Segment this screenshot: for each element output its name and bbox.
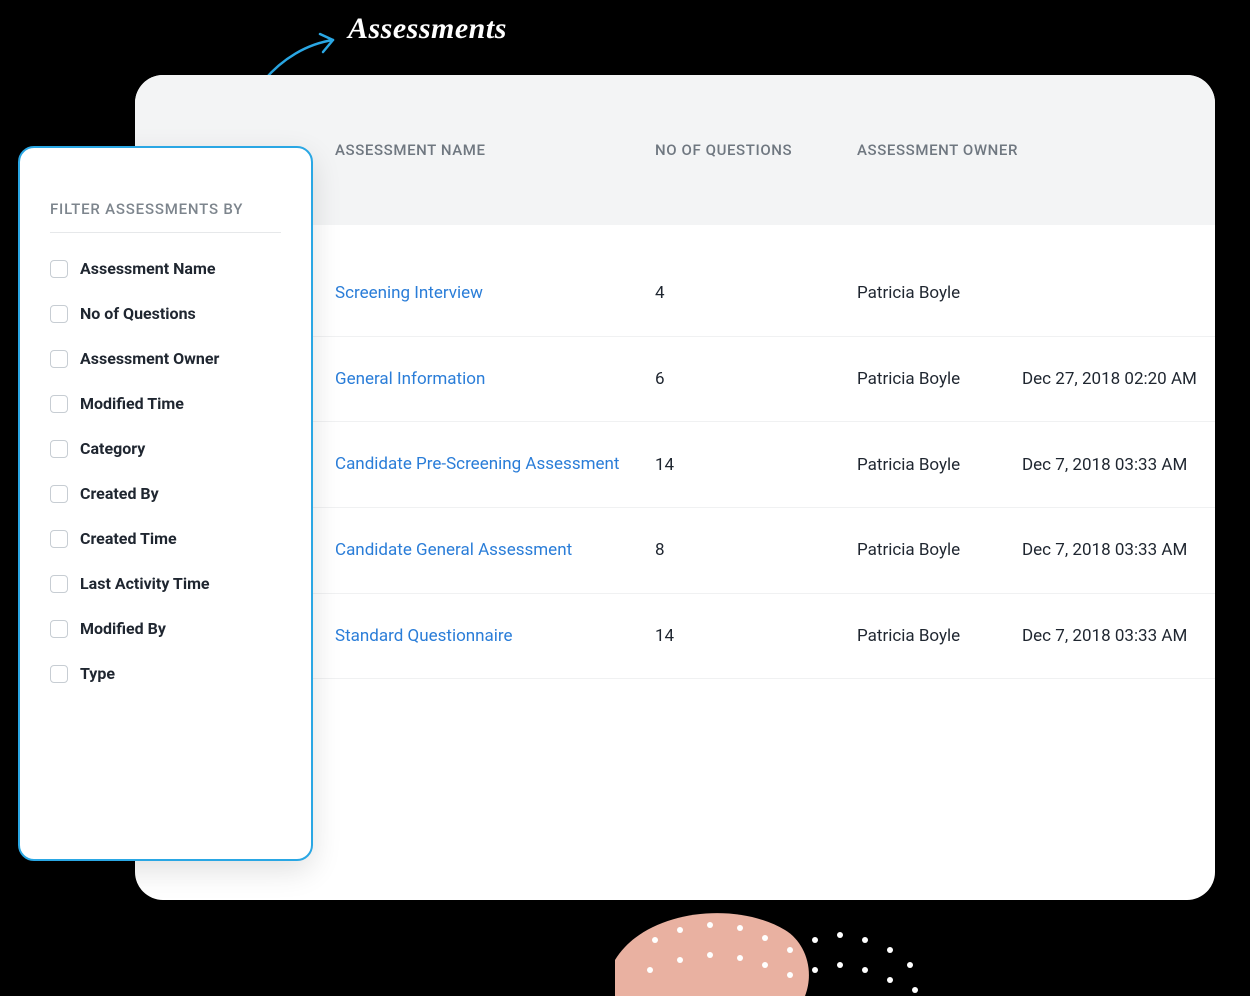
filter-item-no-of-questions[interactable]: No of Questions bbox=[50, 304, 281, 323]
cell-owner: Patricia Boyle bbox=[857, 540, 1022, 560]
checkbox-icon[interactable] bbox=[50, 620, 68, 638]
cell-questions: 14 bbox=[655, 626, 857, 646]
checkbox-icon[interactable] bbox=[50, 485, 68, 503]
checkbox-icon[interactable] bbox=[50, 305, 68, 323]
filter-item-label: Assessment Owner bbox=[80, 349, 219, 368]
filter-item-modified-time[interactable]: Modified Time bbox=[50, 394, 281, 413]
column-header-owner[interactable]: ASSESSMENT OWNER bbox=[857, 141, 1022, 159]
filter-panel-title: FILTER ASSESSMENTS BY bbox=[50, 200, 281, 233]
filter-item-modified-by[interactable]: Modified By bbox=[50, 619, 281, 638]
column-header-name[interactable]: ASSESSMENT NAME bbox=[335, 141, 655, 159]
checkbox-icon[interactable] bbox=[50, 395, 68, 413]
assessment-name-link[interactable]: Screening Interview bbox=[335, 281, 655, 306]
filter-item-type[interactable]: Type bbox=[50, 664, 281, 683]
assessment-name-link[interactable]: General Information bbox=[335, 367, 655, 392]
filter-item-label: No of Questions bbox=[80, 304, 196, 323]
filter-item-label: Modified Time bbox=[80, 394, 184, 413]
filter-item-label: Category bbox=[80, 439, 145, 458]
filter-item-created-by[interactable]: Created By bbox=[50, 484, 281, 503]
filter-item-assessment-name[interactable]: Assessment Name bbox=[50, 259, 281, 278]
assessment-name-link[interactable]: Candidate Pre-Screening Assessment bbox=[335, 452, 655, 477]
filter-item-label: Type bbox=[80, 664, 115, 683]
cell-owner: Patricia Boyle bbox=[857, 626, 1022, 646]
cell-time: Dec 7, 2018 03:33 AM bbox=[1022, 626, 1215, 646]
filter-item-category[interactable]: Category bbox=[50, 439, 281, 458]
filter-item-created-time[interactable]: Created Time bbox=[50, 529, 281, 548]
filter-item-label: Created By bbox=[80, 484, 159, 503]
cell-owner: Patricia Boyle bbox=[857, 283, 1022, 303]
checkbox-icon[interactable] bbox=[50, 575, 68, 593]
cell-time: Dec 7, 2018 03:33 AM bbox=[1022, 455, 1215, 475]
filter-item-label: Last Activity Time bbox=[80, 574, 210, 593]
cell-owner: Patricia Boyle bbox=[857, 455, 1022, 475]
filter-item-last-activity-time[interactable]: Last Activity Time bbox=[50, 574, 281, 593]
filter-item-label: Assessment Name bbox=[80, 259, 215, 278]
cell-questions: 6 bbox=[655, 369, 857, 389]
cell-questions: 4 bbox=[655, 283, 857, 303]
decorative-blob-icon bbox=[615, 900, 935, 996]
filter-item-assessment-owner[interactable]: Assessment Owner bbox=[50, 349, 281, 368]
checkbox-icon[interactable] bbox=[50, 665, 68, 683]
assessment-name-link[interactable]: Standard Questionnaire bbox=[335, 624, 655, 649]
cell-time: Dec 7, 2018 03:33 AM bbox=[1022, 540, 1215, 560]
checkbox-icon[interactable] bbox=[50, 350, 68, 368]
cell-questions: 14 bbox=[655, 455, 857, 475]
checkbox-icon[interactable] bbox=[50, 260, 68, 278]
filter-item-label: Created Time bbox=[80, 529, 177, 548]
cell-owner: Patricia Boyle bbox=[857, 369, 1022, 389]
checkbox-icon[interactable] bbox=[50, 440, 68, 458]
filter-panel: FILTER ASSESSMENTS BY Assessment Name No… bbox=[18, 146, 313, 861]
annotation-label: Assessments bbox=[348, 12, 507, 46]
cell-time: Dec 27, 2018 02:20 AM bbox=[1022, 369, 1215, 389]
column-header-questions[interactable]: NO OF QUESTIONS bbox=[655, 141, 857, 159]
cell-questions: 8 bbox=[655, 540, 857, 560]
filter-item-label: Modified By bbox=[80, 619, 166, 638]
assessment-name-link[interactable]: Candidate General Assessment bbox=[335, 538, 655, 563]
checkbox-icon[interactable] bbox=[50, 530, 68, 548]
